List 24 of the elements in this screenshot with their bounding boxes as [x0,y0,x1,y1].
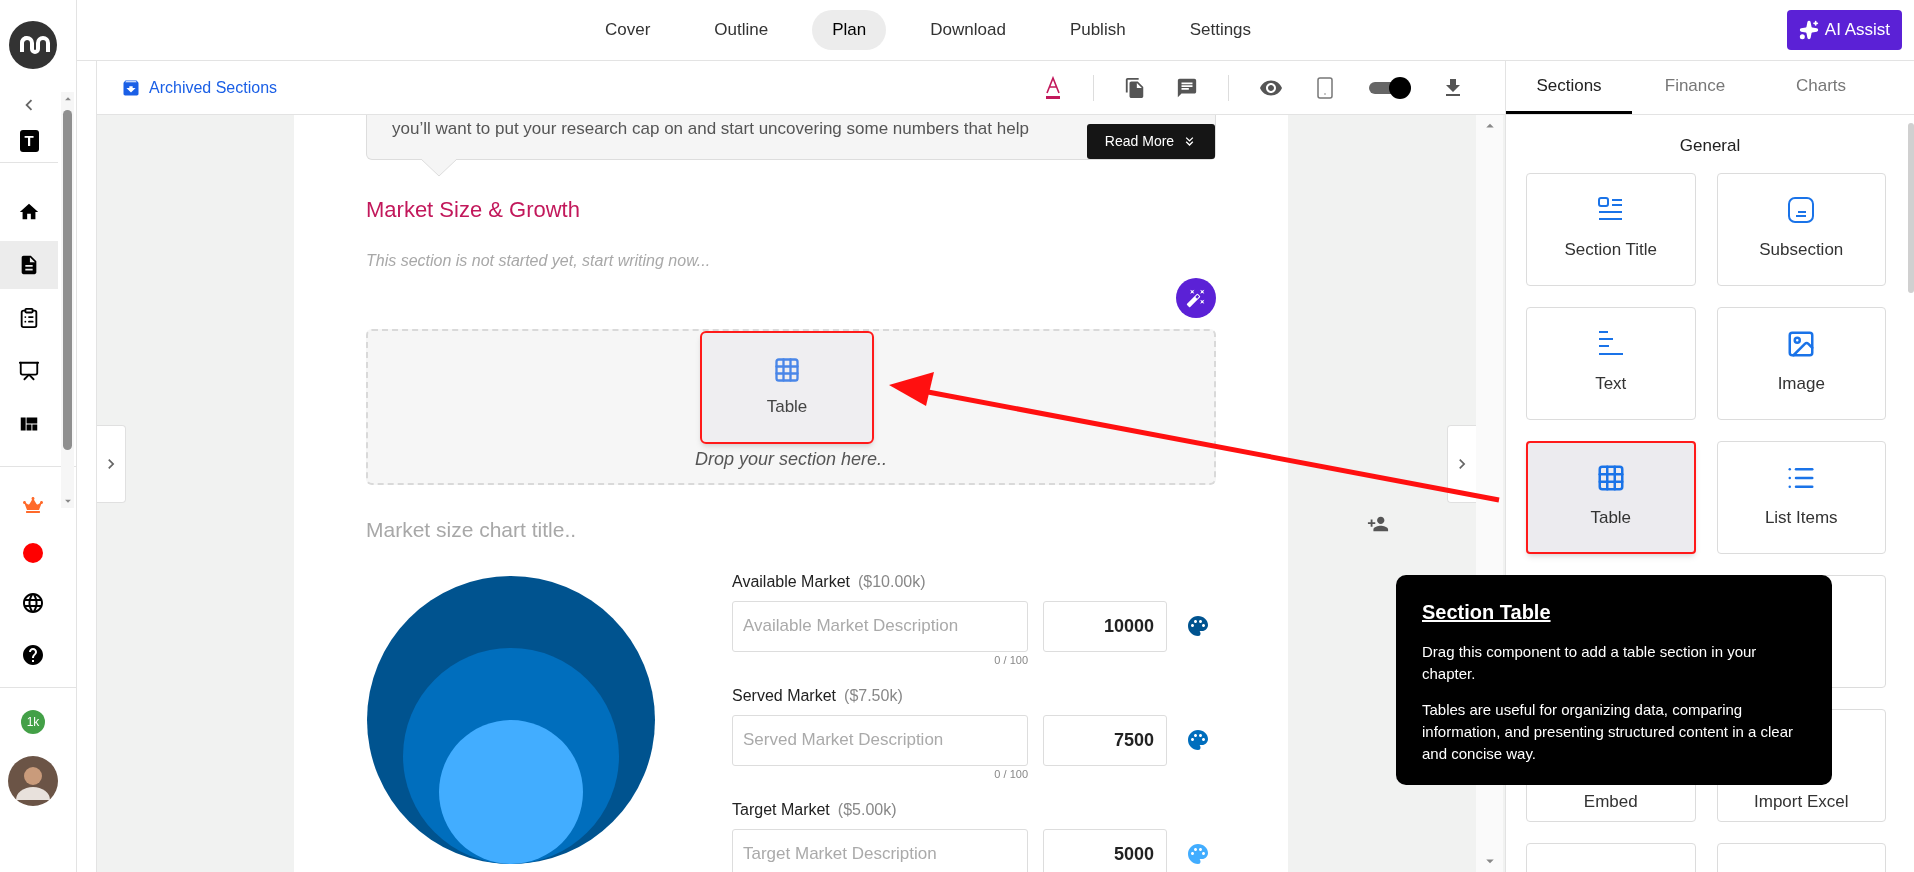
card-label: Image [1777,373,1825,396]
card-label: Embed [1583,791,1638,813]
tooltip-title: Section Table [1422,600,1552,625]
card-label: Text [1595,373,1627,396]
market-label: Available Market [732,571,850,592]
market-label: Target Market [732,799,830,820]
card-label: Section Title [1564,239,1658,262]
card-label: Table [1590,507,1632,530]
character-counter: 0 / 100 [994,652,1028,668]
card-label: List Items [1764,507,1838,530]
section-heading: Market Size & Growth [366,196,581,224]
group-title: General [1678,135,1742,157]
character-counter: 0 / 100 [994,766,1028,782]
tooltip-text: Drag this component to add a table section in your chapter. [1422,642,1758,684]
tooltip-text: Tables are useful for organizing data, comparing information, and presenting structured content in a clear and concise way. [1422,700,1795,764]
drop-zone-hint: Drop your section here.. [694,448,888,471]
intro-text: you’ll want to put your research cap on and start uncovering some numbers that help [392,118,1029,140]
market-amount: ($5.00k) [837,799,897,820]
market-label: Served Market [732,685,837,706]
card-label: Import Excel [1754,791,1849,813]
card-label: Table [766,395,808,418]
market-amount: ($10.00k) [858,571,926,592]
market-amount: ($7.50k) [844,685,903,706]
card-label: Subsection [1759,239,1844,262]
